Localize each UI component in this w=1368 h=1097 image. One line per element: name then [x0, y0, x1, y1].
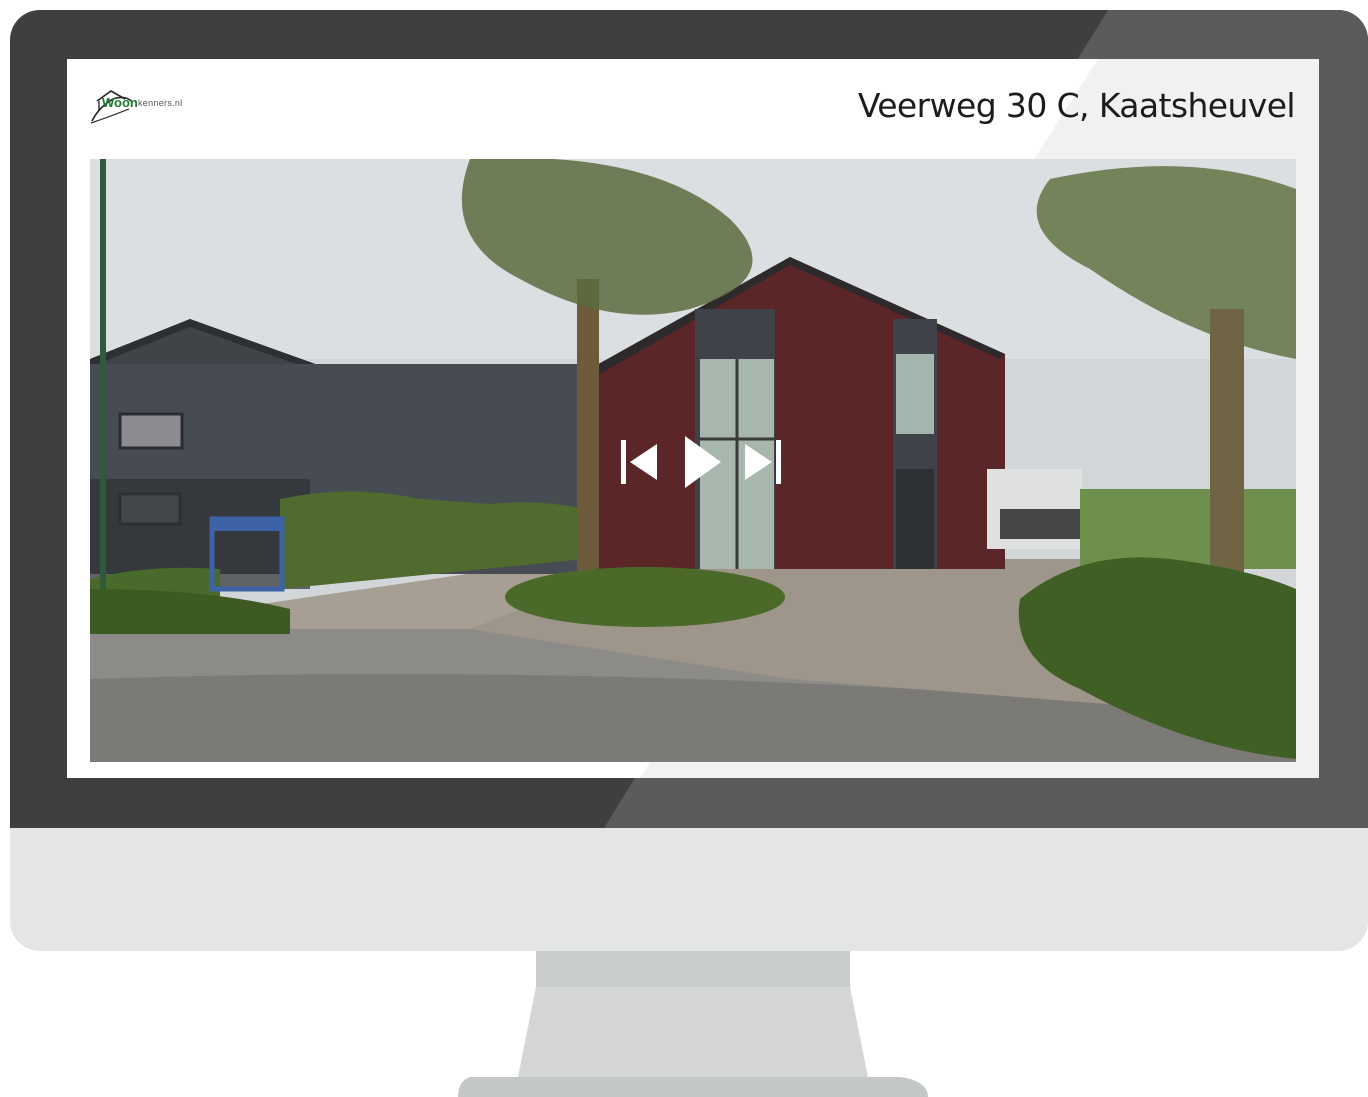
logo-brand-rest: kenners.nl — [138, 98, 183, 108]
play-button[interactable] — [683, 436, 723, 488]
woonkenners-logo[interactable]: Woon kenners.nl — [89, 87, 209, 127]
play-icon — [685, 436, 721, 488]
previous-button[interactable] — [617, 436, 661, 488]
monitor-chin — [10, 828, 1368, 951]
skip-previous-icon — [621, 440, 657, 484]
monitor-stand — [458, 951, 928, 1097]
property-photo[interactable] — [90, 159, 1296, 762]
listing-address: Veerweg 30 C, Kaatsheuvel — [857, 86, 1296, 125]
logo-brand-bold: Woon — [102, 95, 138, 110]
next-button[interactable] — [741, 436, 785, 488]
screen: Woon kenners.nl Veerweg 30 C, Kaatsheuve… — [67, 59, 1319, 778]
slideshow-controls — [617, 436, 787, 488]
skip-next-icon — [745, 440, 781, 484]
